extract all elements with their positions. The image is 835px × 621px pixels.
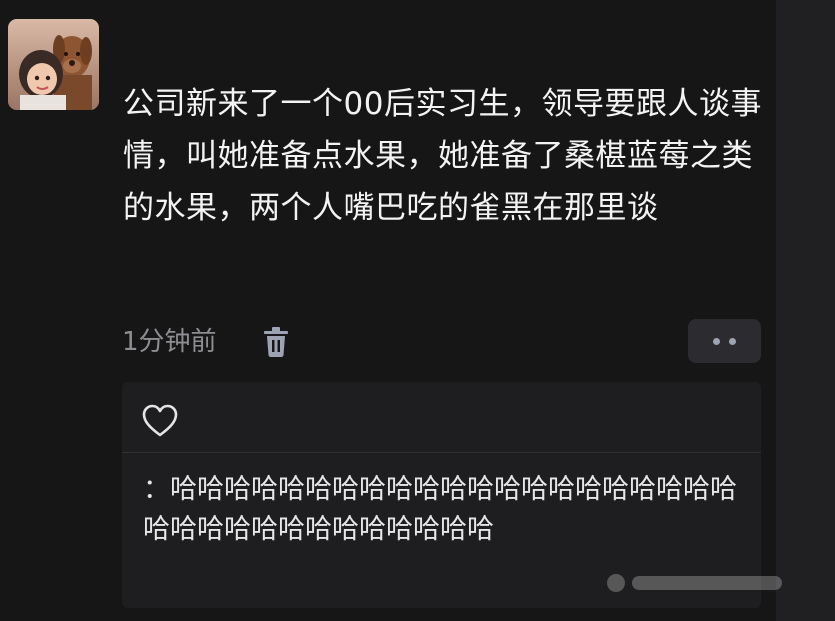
trash-icon-graphic — [264, 327, 288, 357]
more-button[interactable] — [688, 319, 761, 363]
avatar[interactable] — [8, 19, 99, 110]
post-text: 公司新来了一个00后实习生，领导要跟人谈事情，叫她准备点水果，她准备了桑椹蓝莓之… — [123, 86, 762, 226]
more-dots-icon — [713, 338, 720, 345]
more-dots-icon-2 — [729, 338, 736, 345]
avatar-illustration — [8, 19, 99, 110]
comment-divider — [122, 452, 761, 453]
watermark — [604, 568, 804, 598]
post-timestamp: 1分钟前 — [122, 327, 217, 357]
heart-outline-icon[interactable] — [141, 403, 179, 439]
heart-icon-graphic — [142, 404, 178, 437]
watermark-graphic — [607, 574, 782, 592]
side-edge — [776, 0, 835, 621]
comment-item: ：哈哈哈哈哈哈哈哈哈哈哈哈哈哈哈哈哈哈哈哈哈哈哈哈哈哈哈哈哈哈哈哈哈哈 — [143, 474, 737, 545]
trash-icon[interactable] — [261, 326, 291, 358]
